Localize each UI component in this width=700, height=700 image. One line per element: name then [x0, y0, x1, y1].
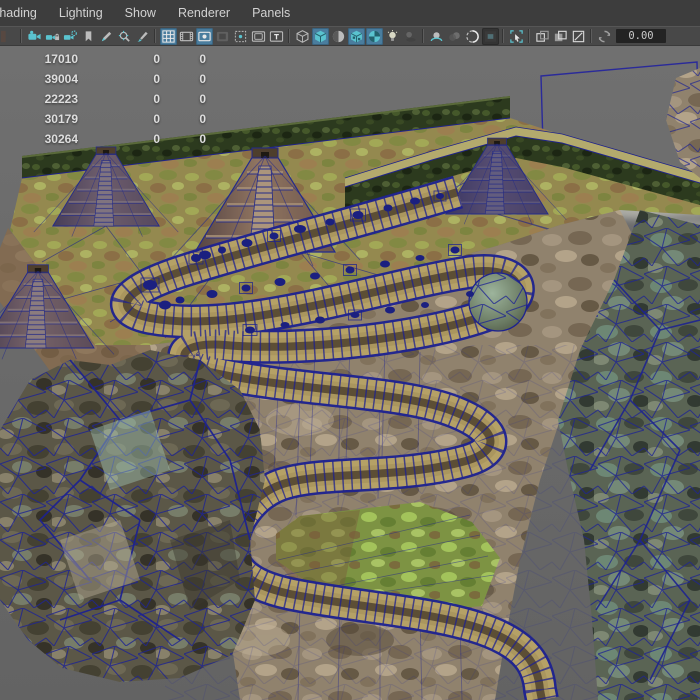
- xray-active-components-icon[interactable]: [552, 28, 569, 45]
- depth-of-field-icon[interactable]: [482, 28, 499, 45]
- track-prop[interactable]: [199, 251, 211, 260]
- track-prop[interactable]: [281, 322, 290, 328]
- track-prop[interactable]: [242, 285, 251, 292]
- panel-menu-bar: Shading Lighting Show Renderer Panels: [0, 0, 700, 26]
- track-prop[interactable]: [315, 317, 325, 324]
- menu-lighting[interactable]: Lighting: [54, 0, 108, 26]
- hud-value: 0: [160, 49, 206, 69]
- hud-row: 2222300: [0, 89, 206, 109]
- toolbar-separator: [288, 29, 291, 43]
- pan-zoom-icon[interactable]: [116, 28, 133, 45]
- track-prop[interactable]: [353, 211, 364, 219]
- shaded-display-icon[interactable]: [312, 28, 329, 45]
- resolution-gate-icon[interactable]: [196, 28, 213, 45]
- clipped-left-icon[interactable]: [0, 28, 17, 45]
- wireframe-on-shaded-icon[interactable]: [366, 28, 383, 45]
- poly-count-hud: 17010003900400222230030179003026400: [0, 49, 206, 149]
- hud-value: 0: [78, 109, 160, 129]
- select-camera-icon[interactable]: [26, 28, 43, 45]
- hud-value: 0: [78, 69, 160, 89]
- menu-show[interactable]: Show: [120, 0, 161, 26]
- bookmark-icon[interactable]: [80, 28, 97, 45]
- track-prop[interactable]: [159, 301, 171, 310]
- panel-toolbar: 0.00: [0, 26, 700, 46]
- rocks-bottom-left[interactable]: [0, 350, 265, 682]
- menu-panels[interactable]: Panels: [247, 0, 295, 26]
- shadows-icon[interactable]: [402, 28, 419, 45]
- hud-row: 3017900: [0, 109, 206, 129]
- hud-row: 3026400: [0, 129, 206, 149]
- track-prop[interactable]: [436, 193, 444, 199]
- track-prop[interactable]: [466, 291, 474, 297]
- track-prop[interactable]: [143, 280, 157, 290]
- menu-shading[interactable]: Shading: [0, 0, 42, 26]
- track-prop[interactable]: [218, 247, 226, 254]
- hud-value: 0: [160, 89, 206, 109]
- hud-row: 3900400: [0, 69, 206, 89]
- hud-value: 30179: [0, 109, 78, 129]
- track-prop[interactable]: [270, 233, 279, 240]
- hud-value: 0: [78, 129, 160, 149]
- track-prop[interactable]: [242, 239, 253, 247]
- hud-value: 22223: [0, 89, 78, 109]
- track-prop[interactable]: [346, 267, 355, 274]
- grease-pencil-icon[interactable]: [98, 28, 115, 45]
- track-prop[interactable]: [207, 290, 218, 298]
- hud-value: 39004: [0, 69, 78, 89]
- exposure-icon[interactable]: [596, 28, 613, 45]
- toolbar-separator: [422, 29, 425, 43]
- safe-title-icon[interactable]: [268, 28, 285, 45]
- track-prop[interactable]: [176, 297, 185, 304]
- toolbar-separator: [528, 29, 531, 43]
- hud-row: 1701000: [0, 49, 206, 69]
- textured-display-icon[interactable]: [348, 28, 365, 45]
- field-chart-icon[interactable]: [232, 28, 249, 45]
- hud-value: 17010: [0, 49, 78, 69]
- hud-value: 0: [160, 129, 206, 149]
- camera-attributes-icon[interactable]: [62, 28, 79, 45]
- menu-renderer[interactable]: Renderer: [173, 0, 235, 26]
- hud-value: 0: [78, 89, 160, 109]
- toolbar-separator: [154, 29, 157, 43]
- track-prop[interactable]: [384, 205, 393, 212]
- use-all-lights-icon[interactable]: [384, 28, 401, 45]
- motion-blur-icon[interactable]: [446, 28, 463, 45]
- toolbar-separator: [590, 29, 593, 43]
- textured-sphere-icon[interactable]: [330, 28, 347, 45]
- ambient-occlusion-icon[interactable]: [428, 28, 445, 45]
- wireframe-display-icon[interactable]: [294, 28, 311, 45]
- xray-icon[interactable]: [534, 28, 551, 45]
- gate-mask-icon[interactable]: [214, 28, 231, 45]
- toolbar-separator: [20, 29, 23, 43]
- track-prop[interactable]: [416, 255, 425, 261]
- track-prop[interactable]: [351, 312, 360, 318]
- track-prop[interactable]: [410, 198, 420, 205]
- hud-value: 0: [78, 49, 160, 69]
- hud-value: 0: [160, 109, 206, 129]
- track-prop[interactable]: [421, 302, 429, 308]
- track-prop[interactable]: [310, 273, 320, 280]
- track-prop[interactable]: [275, 278, 286, 286]
- track-prop[interactable]: [294, 225, 306, 233]
- track-prop[interactable]: [380, 261, 390, 268]
- track-prop[interactable]: [385, 307, 395, 314]
- film-gate-icon[interactable]: [178, 28, 195, 45]
- anti-aliasing-icon[interactable]: [464, 28, 481, 45]
- track-prop[interactable]: [326, 219, 335, 226]
- toolbar-separator: [502, 29, 505, 43]
- paint-tool-icon[interactable]: [134, 28, 151, 45]
- boulder-sphere[interactable]: [469, 273, 527, 331]
- exposure-value-field[interactable]: 0.00: [616, 29, 666, 43]
- safe-action-icon[interactable]: [250, 28, 267, 45]
- isolate-select-icon[interactable]: [508, 28, 525, 45]
- track-prop[interactable]: [245, 327, 255, 334]
- hud-value: 0: [160, 69, 206, 89]
- grid-icon[interactable]: [160, 28, 177, 45]
- hud-value: 30264: [0, 129, 78, 149]
- track-prop[interactable]: [451, 247, 460, 254]
- lock-camera-icon[interactable]: [44, 28, 61, 45]
- xray-joints-icon[interactable]: [570, 28, 587, 45]
